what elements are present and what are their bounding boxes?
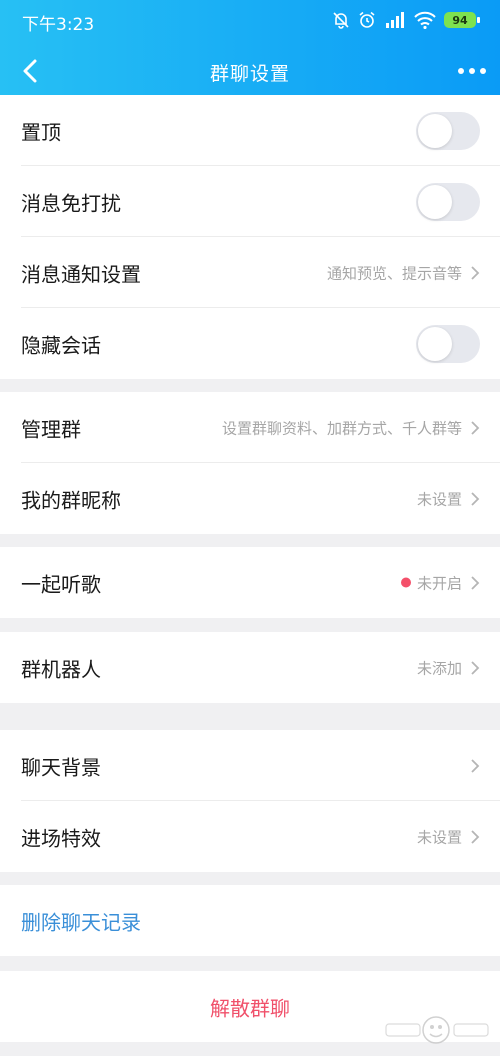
settings-group-music: 一起听歌 未开启: [0, 547, 500, 618]
notify-settings-value: 通知预览、提示音等: [326, 264, 462, 282]
group-robot-label: 群机器人: [21, 657, 101, 681]
wifi-icon: [414, 11, 436, 29]
group-robot-value: 未添加: [416, 659, 462, 677]
chevron-right-icon: [471, 829, 480, 844]
bell-off-icon: [333, 12, 349, 29]
hide-chat-label: 隐藏会话: [21, 333, 101, 357]
pin-label: 置顶: [21, 120, 61, 144]
status-time: 下午3:23: [22, 15, 95, 35]
chat-background-label: 聊天背景: [21, 755, 101, 779]
listen-together-label: 一起听歌: [21, 572, 101, 596]
chevron-right-icon: [471, 491, 480, 506]
pin-toggle[interactable]: [416, 111, 480, 150]
notify-settings-row[interactable]: 消息通知设置 通知预览、提示音等: [0, 237, 500, 308]
chat-background-row[interactable]: 聊天背景: [0, 730, 500, 801]
listen-together-value: 未开启: [400, 572, 462, 593]
status-bar: 下午3:23 94: [0, 0, 500, 42]
group-robot-row[interactable]: 群机器人 未添加: [0, 632, 500, 703]
signal-icon: [386, 12, 404, 28]
manage-group-row[interactable]: 管理群 设置群聊资料、加群方式、千人群等: [0, 392, 500, 463]
chevron-right-icon: [471, 420, 480, 435]
dnd-row: 消息免打扰: [0, 166, 500, 237]
entry-effect-row[interactable]: 进场特效 未设置: [0, 801, 500, 872]
top-bar: 下午3:23 94 群聊设置: [0, 0, 500, 102]
status-dot: [400, 577, 411, 588]
delete-history-row[interactable]: 删除聊天记录: [0, 885, 500, 956]
battery-icon: 94: [444, 12, 480, 28]
hide-chat-toggle[interactable]: [416, 324, 480, 363]
manage-group-label: 管理群: [21, 417, 81, 441]
page-title: 群聊设置: [209, 63, 290, 85]
settings-group-appearance: 聊天背景 进场特效 未设置: [0, 730, 500, 872]
chevron-right-icon: [471, 575, 480, 590]
settings-group-general: 置顶 消息免打扰 消息通知设置 通知预览、提示音等 隐藏会话: [0, 95, 500, 379]
group-nickname-row[interactable]: 我的群昵称 未设置: [0, 463, 500, 534]
settings-group-manage: 管理群 设置群聊资料、加群方式、千人群等 我的群昵称 未设置: [0, 392, 500, 534]
chevron-right-icon: [471, 265, 480, 280]
chevron-right-icon: [471, 660, 480, 675]
dnd-label: 消息免打扰: [21, 191, 121, 215]
more-icon[interactable]: [458, 66, 486, 76]
notify-settings-label: 消息通知设置: [21, 262, 141, 286]
dnd-toggle[interactable]: [416, 182, 480, 221]
hide-chat-row: 隐藏会话: [0, 308, 500, 379]
group-nickname-value: 未设置: [416, 490, 462, 508]
group-nickname-label: 我的群昵称: [21, 488, 121, 512]
settings-group-history: 删除聊天记录: [0, 885, 500, 956]
pin-row: 置顶: [0, 95, 500, 166]
watermark-logo: [385, 1016, 489, 1044]
navbar: 群聊设置: [0, 42, 500, 102]
chevron-right-icon: [471, 758, 480, 773]
status-icons: 94: [332, 9, 480, 31]
alarm-icon: [359, 11, 375, 28]
listen-together-row[interactable]: 一起听歌 未开启: [0, 547, 500, 618]
listen-together-status: 未开启: [416, 574, 462, 592]
entry-effect-value: 未设置: [416, 828, 462, 846]
manage-group-value: 设置群聊资料、加群方式、千人群等: [221, 419, 462, 437]
entry-effect-label: 进场特效: [21, 826, 101, 850]
settings-group-robot: 群机器人 未添加: [0, 632, 500, 703]
delete-history-button[interactable]: 删除聊天记录: [21, 906, 141, 935]
